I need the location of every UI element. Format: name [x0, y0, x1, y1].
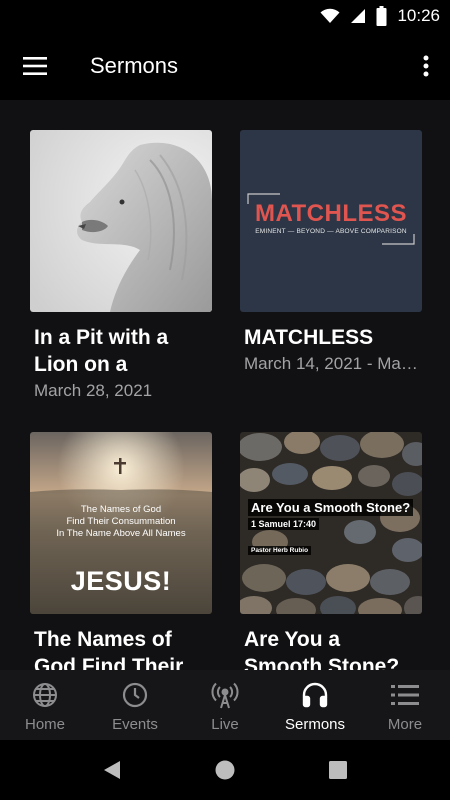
- home-button[interactable]: [212, 757, 238, 783]
- art-pastor: Pastor Herb Rubio: [248, 546, 312, 555]
- battery-icon: [376, 6, 387, 26]
- globe-icon: [30, 680, 60, 710]
- headphones-icon: [300, 680, 330, 710]
- back-triangle-icon: [104, 761, 120, 779]
- recents-square-icon: [329, 761, 347, 779]
- wifi-icon: [320, 8, 340, 23]
- sermon-card[interactable]: Are You a Smooth Stone? 1 Samuel 17:40 P…: [240, 432, 422, 670]
- sermon-thumbnail-lion: [30, 130, 212, 312]
- sermon-thumbnail-stones: Are You a Smooth Stone? 1 Samuel 17:40 P…: [240, 432, 422, 614]
- nav-item-home[interactable]: Home: [0, 670, 90, 740]
- sermon-date: March 28, 2021: [34, 381, 153, 400]
- home-circle-icon: [215, 760, 235, 780]
- nav-label: Live: [211, 716, 239, 733]
- sermon-date: March 14, 2021 - Ma…: [244, 354, 418, 373]
- system-navigation-bar: [0, 740, 450, 800]
- status-time: 10:26: [397, 6, 440, 25]
- broadcast-icon: [210, 680, 240, 710]
- sermon-title: Are You a Smooth Stone?: [244, 628, 400, 670]
- art-big-text: JESUS!: [70, 566, 172, 596]
- more-vertical-icon: [423, 55, 429, 77]
- sermon-title: MATCHLESS: [244, 326, 374, 349]
- app-bar: Sermons: [0, 34, 450, 100]
- sermon-title: The Names of God Find Their …: [34, 628, 184, 670]
- sermon-grid: In a Pit with a Lion on a Snow… March 28…: [0, 100, 450, 670]
- recents-button[interactable]: [325, 757, 351, 783]
- art-subtitle: EMINENT — BEYOND — ABOVE COMPARISON: [255, 228, 407, 235]
- nav-item-sermons[interactable]: Sermons: [270, 670, 360, 740]
- nav-label: Sermons: [284, 716, 346, 733]
- page-title: Sermons: [90, 53, 179, 78]
- back-button[interactable]: [99, 757, 125, 783]
- art-title: MATCHLESS: [254, 200, 408, 227]
- nav-item-live[interactable]: Live: [180, 670, 270, 740]
- cellular-signal-icon: [351, 9, 366, 23]
- hamburger-menu-icon: [23, 57, 47, 75]
- nav-label: More: [387, 716, 423, 733]
- art-title: Are You a Smooth Stone?: [248, 499, 414, 516]
- nav-label: Home: [24, 716, 65, 733]
- sermon-title: In a Pit with a Lion on a Snow…: [34, 326, 169, 376]
- sermon-thumbnail-matchless: MATCHLESS EMINENT — BEYOND — ABOVE COMPA…: [240, 130, 422, 312]
- nav-label: Events: [112, 716, 158, 733]
- status-icons: 10:26: [320, 6, 440, 26]
- nav-item-events[interactable]: Events: [90, 670, 180, 740]
- sermon-card[interactable]: MATCHLESS EMINENT — BEYOND — ABOVE COMPA…: [240, 130, 422, 374]
- menu-button[interactable]: [14, 48, 56, 84]
- bottom-navigation: Home Events Live Sermons More: [0, 670, 450, 740]
- clock-icon: [120, 680, 150, 710]
- sermon-card[interactable]: The Names of God Find Their Consummation…: [30, 432, 212, 670]
- nav-item-more[interactable]: More: [360, 670, 450, 740]
- art-verse: 1 Samuel 17:40: [248, 518, 320, 530]
- sermon-thumbnail-jesus: The Names of God Find Their Consummation…: [30, 432, 212, 614]
- sermon-card[interactable]: In a Pit with a Lion on a Snow… March 28…: [30, 130, 212, 401]
- art-text: The Names of God Find Their Consummation…: [56, 504, 186, 539]
- status-bar: 10:26: [0, 0, 450, 34]
- list-icon: [390, 680, 420, 710]
- overflow-menu-button[interactable]: [414, 48, 438, 84]
